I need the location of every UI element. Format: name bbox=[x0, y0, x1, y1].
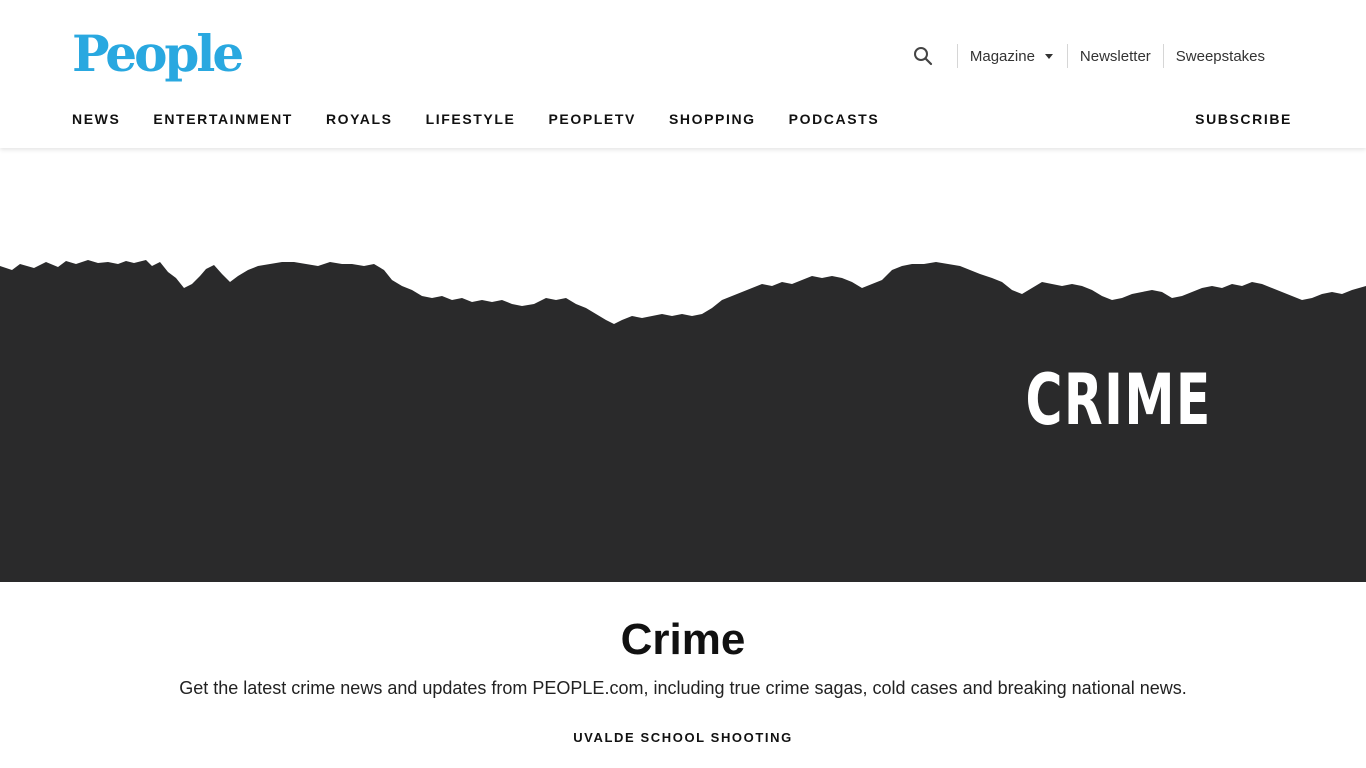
nav-item-shopping[interactable]: SHOPPING bbox=[669, 111, 756, 127]
nav-item-royals[interactable]: ROYALS bbox=[326, 111, 393, 127]
hero-banner: CRIME bbox=[0, 148, 1366, 582]
subscribe-link[interactable]: SUBSCRIBE bbox=[1195, 106, 1292, 132]
tag-link-uvalde[interactable]: UVALDE SCHOOL SHOOTING bbox=[573, 730, 793, 745]
utility-nav: Magazine Newsletter Sweepstakes bbox=[911, 42, 1277, 70]
people-logo[interactable]: People bbox=[72, 26, 244, 82]
hero-title: CRIME bbox=[1025, 359, 1212, 441]
caret-down-icon bbox=[1044, 53, 1053, 59]
page-title: Crime bbox=[620, 615, 746, 664]
nav-item-podcasts[interactable]: PODCASTS bbox=[789, 111, 880, 127]
main-nav: NEWS ENTERTAINMENT ROYALS LIFESTYLE PEOP… bbox=[72, 106, 912, 132]
site-header: People Magazine Newsletter Sweepstakes N… bbox=[0, 0, 1366, 148]
newsletter-link[interactable]: Newsletter bbox=[1068, 48, 1163, 65]
search-icon[interactable] bbox=[911, 44, 935, 68]
magazine-label: Magazine bbox=[969, 47, 1035, 65]
nav-item-peopletv[interactable]: PEOPLETV bbox=[548, 111, 635, 127]
magazine-dropdown[interactable]: Magazine bbox=[958, 48, 1067, 65]
nav-item-news[interactable]: NEWS bbox=[72, 111, 120, 127]
nav-item-entertainment[interactable]: ENTERTAINMENT bbox=[153, 111, 293, 127]
main-content: Crime Get the latest crime news and upda… bbox=[0, 600, 1366, 747]
sweepstakes-link[interactable]: Sweepstakes bbox=[1164, 48, 1277, 65]
nav-item-lifestyle[interactable]: LIFESTYLE bbox=[426, 111, 516, 127]
page-description: Get the latest crime news and updates fr… bbox=[179, 678, 1187, 698]
